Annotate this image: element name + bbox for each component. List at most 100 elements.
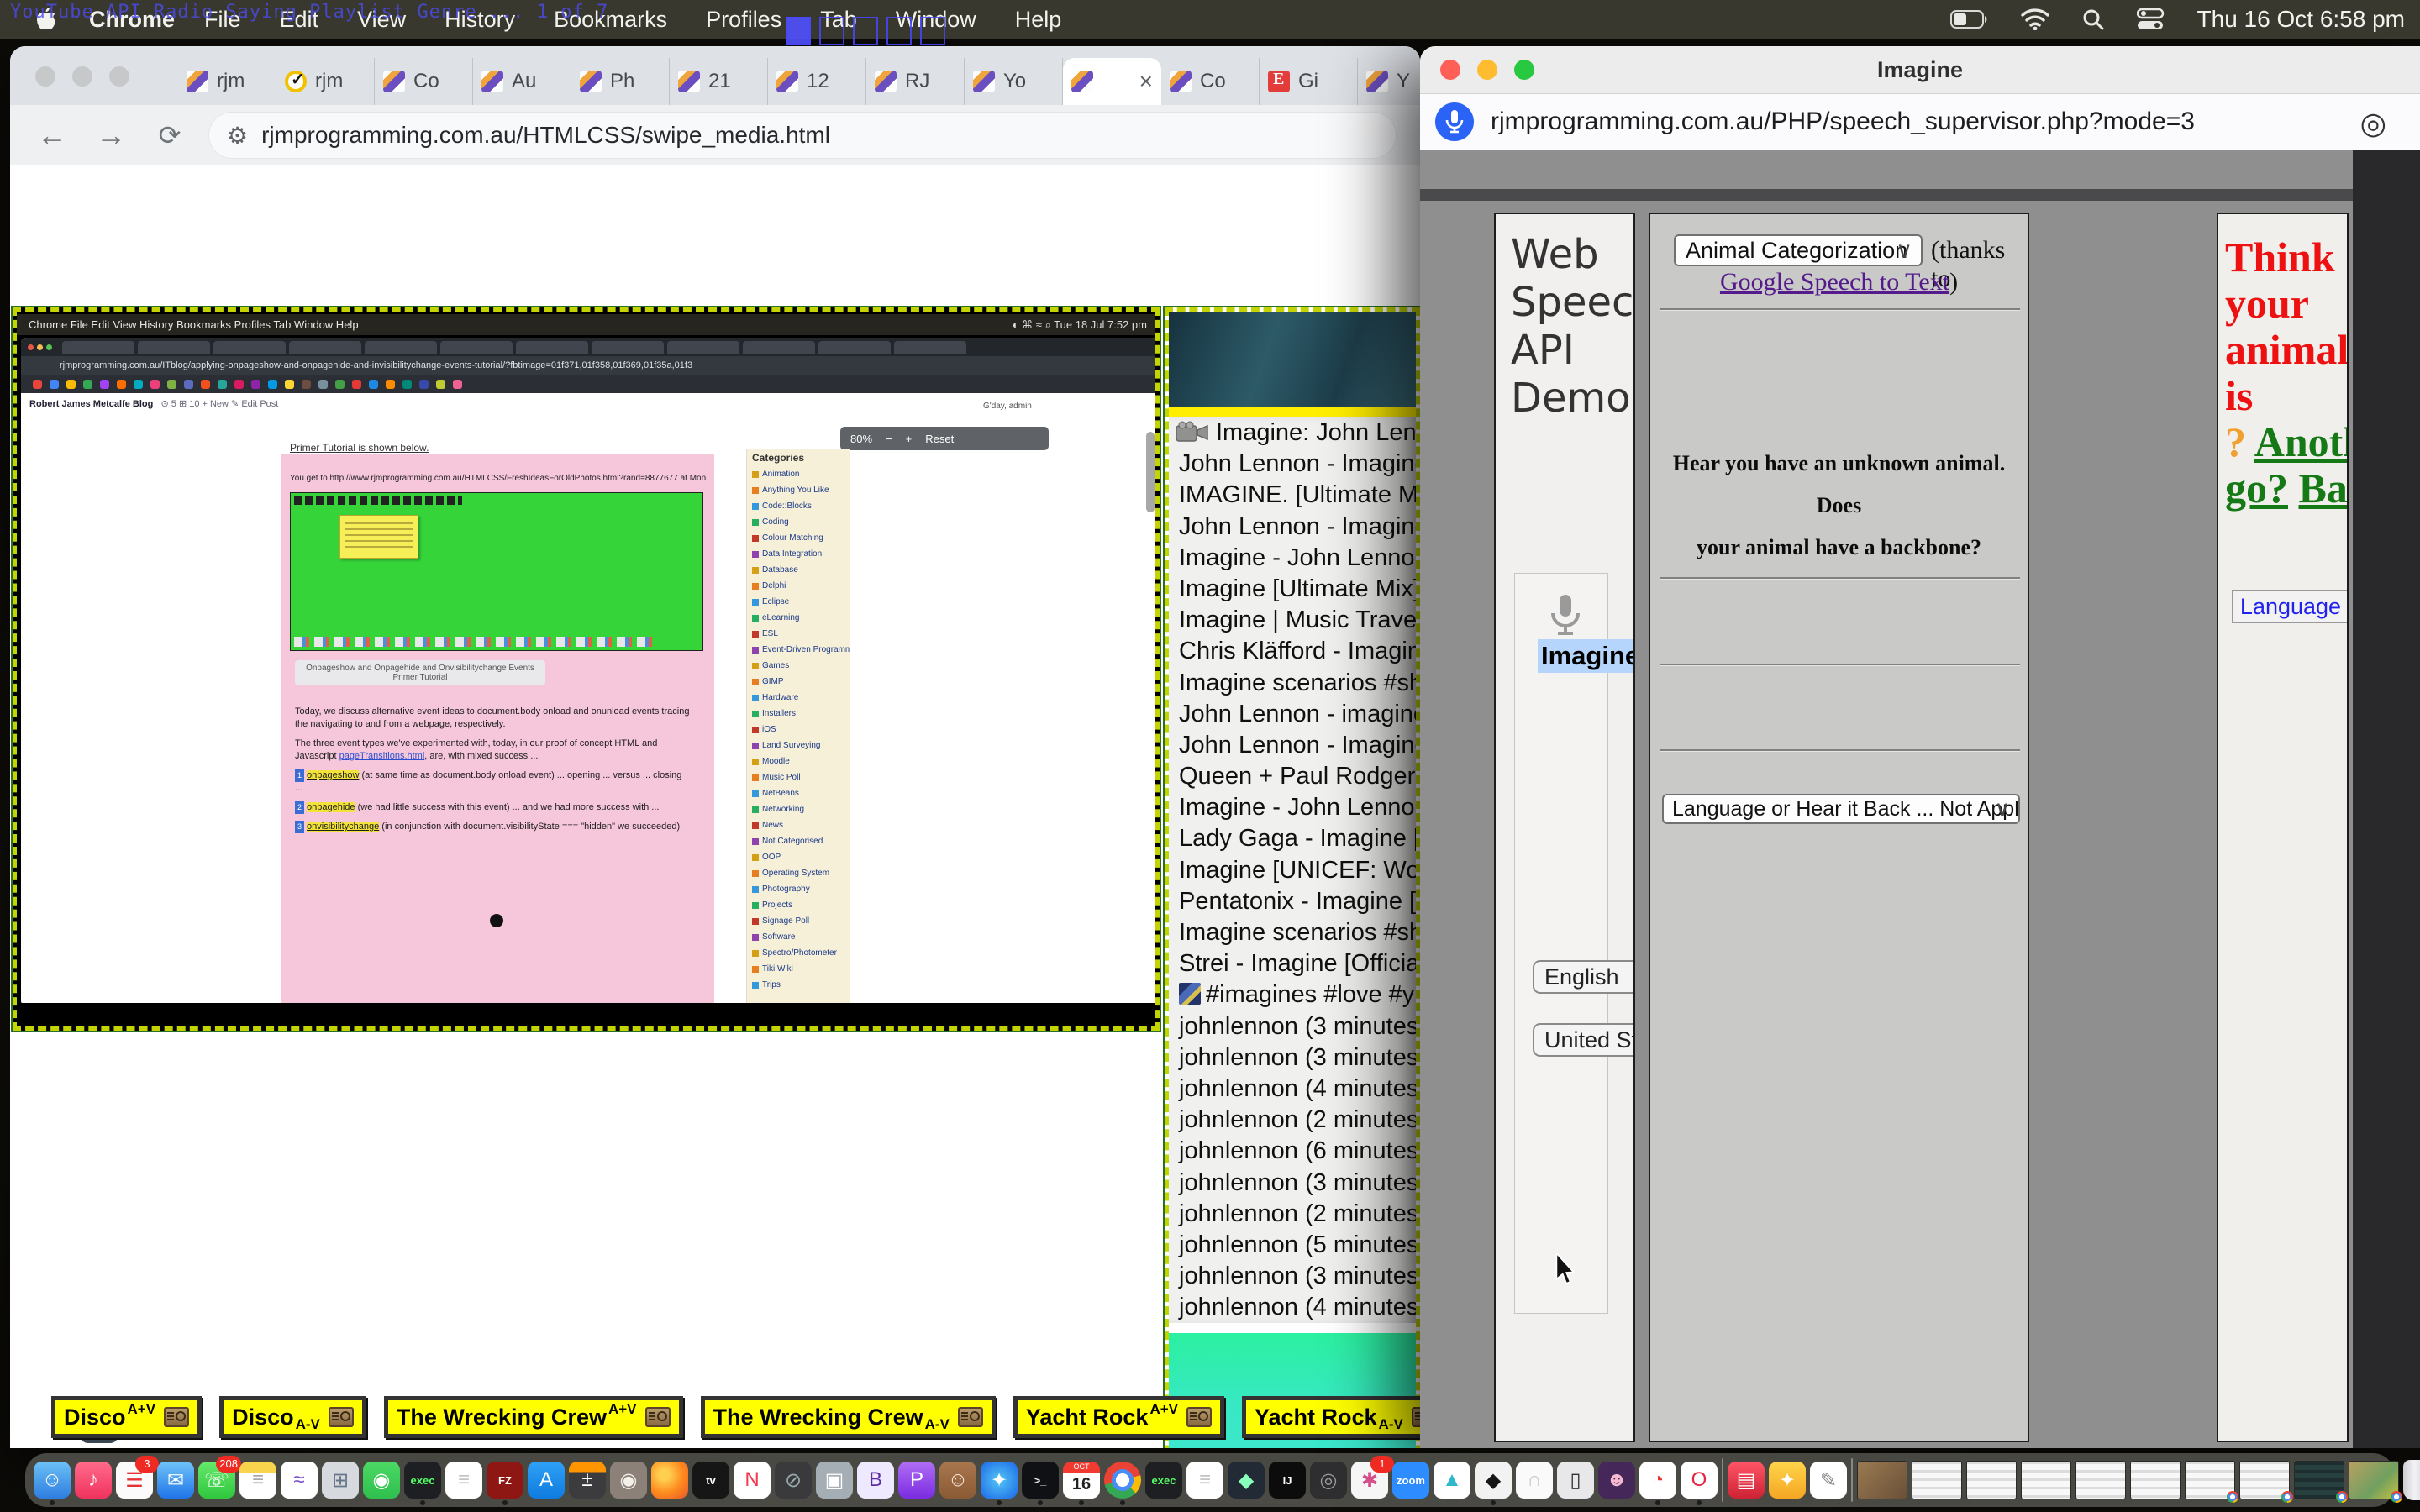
video-title-row[interactable]: John Lennon - Imagine (1169, 730, 1416, 761)
video-title-row[interactable]: johnlennon (4 minutes, (1169, 1074, 1416, 1105)
spotlight-search-icon[interactable] (2081, 8, 2105, 31)
dock-icon[interactable]: ☻ (1598, 1462, 1635, 1499)
video-title-row[interactable]: johnlennon (5 minutes, 4 (1169, 1230, 1416, 1261)
microphone-icon[interactable] (1539, 590, 1590, 643)
dock-icon[interactable]: ☰ 3 (116, 1462, 153, 1499)
video-title-row[interactable]: Imagine - John Lennon (1169, 792, 1416, 823)
dock-icon[interactable]: ≡ (1186, 1462, 1223, 1499)
back-icon[interactable]: ← (34, 117, 71, 154)
dock-icon[interactable]: >_ (1022, 1462, 1059, 1499)
dock-icon[interactable]: ▲ (1434, 1462, 1470, 1499)
dock-icon[interactable]: tv (692, 1462, 729, 1499)
dock-icon[interactable]: ♪ (75, 1462, 112, 1499)
browser-tab[interactable]: Au (473, 58, 571, 105)
video-title-row[interactable]: Imagine [UNICEF: Worl (1169, 855, 1416, 886)
video-title-row[interactable]: Imagine scenarios #sho (1169, 917, 1416, 948)
recognized-word[interactable]: Imagine (1538, 639, 1635, 673)
dock-icon[interactable] (2021, 1461, 2071, 1499)
mic-permission-icon[interactable] (1435, 102, 1474, 141)
tune-icon[interactable]: ⚙ (227, 122, 246, 150)
dock-icon[interactable]: ⊞ (322, 1462, 359, 1499)
minimize-button[interactable] (1477, 60, 1497, 80)
wifi-icon[interactable] (2021, 8, 2049, 30)
page-scrollbar-thumb[interactable] (1146, 432, 1155, 512)
dock-icon[interactable] (2075, 1461, 2126, 1499)
genre-playlist-button[interactable]: Yacht RockA+V (1013, 1396, 1224, 1438)
dock-icon[interactable]: ✦ (1769, 1462, 1806, 1499)
dock-icon[interactable]: ✦ (981, 1462, 1018, 1499)
browser-tab[interactable]: Gi (1260, 58, 1358, 105)
imagine-url-bar[interactable]: rjmprogramming.com.au/PHP/speech_supervi… (1420, 94, 2420, 150)
video-title-row[interactable]: johnlennon (3 minutes, 5 (1169, 1042, 1416, 1074)
dock-icon[interactable]: ◆ (1228, 1462, 1265, 1499)
video-title-row[interactable]: John Lennon - Imagine (1169, 512, 1416, 543)
dock-icon[interactable]: A (528, 1462, 565, 1499)
dock-icon[interactable] (1104, 1462, 1141, 1499)
genre-playlist-button[interactable]: Yacht RockA-V (1242, 1396, 1420, 1438)
video-title-row[interactable]: Imagine | Music Travel L (1169, 605, 1416, 636)
category-select[interactable]: Animal Categorization ∨ (1674, 234, 1923, 266)
dock-icon[interactable]: ◉ (363, 1462, 400, 1499)
video-title-row[interactable]: John Lennon - Imagine (1169, 449, 1416, 480)
language-button-english[interactable]: English (1533, 960, 1635, 994)
dock-icon[interactable]: ∩ (1516, 1462, 1553, 1499)
dock-icon[interactable] (2130, 1461, 2181, 1499)
dock-icon[interactable]: ◉ (610, 1462, 647, 1499)
reload-icon[interactable]: ⟳ (151, 117, 188, 154)
video-title-row[interactable]: #imagines #love #yn (1169, 979, 1416, 1011)
browser-tab[interactable]: rjm (276, 58, 375, 105)
tab-close-icon[interactable]: × (1139, 68, 1153, 95)
dialect-button-us[interactable]: United States (1533, 1023, 1635, 1057)
menu-item[interactable]: Profiles (687, 7, 801, 32)
video-title-row[interactable]: Strei - Imagine [Official (1169, 948, 1416, 979)
video-title-row[interactable]: johnlennon (2 minutes, 4 (1169, 1199, 1416, 1230)
language-button[interactable]: Language (2232, 590, 2349, 623)
forward-icon[interactable]: → (92, 117, 129, 154)
dock-icon[interactable] (2185, 1461, 2235, 1499)
dock-icon[interactable] (2239, 1461, 2290, 1499)
video-title-row[interactable]: Imagine: John Lennon ( (1169, 417, 1416, 449)
browser-tab[interactable]: Yo (965, 58, 1063, 105)
video-title-row[interactable]: Imagine scenarios #sho (1169, 668, 1416, 699)
dock-icon[interactable]: zoom (1392, 1462, 1429, 1499)
dock-icon[interactable] (2349, 1461, 2399, 1499)
video-title-row[interactable]: johnlennon (3 minutes, (1169, 1168, 1416, 1199)
dock-icon[interactable]: ◆ (1475, 1462, 1512, 1499)
dock-icon[interactable]: ≈ (281, 1462, 318, 1499)
another-go-link[interactable]: Another (2254, 418, 2349, 465)
genre-playlist-button[interactable]: DiscoA+V (51, 1396, 202, 1438)
dock-icon[interactable]: P (898, 1462, 935, 1499)
dock-icon[interactable] (651, 1462, 688, 1499)
browser-tab[interactable]: Co (375, 58, 473, 105)
dock-icon[interactable]: ✉ (157, 1462, 194, 1499)
browser-tab[interactable]: 12 (768, 58, 866, 105)
swipe-media-video[interactable]: Chrome File Edit View History Bookmarks … (13, 307, 1160, 1031)
address-bar[interactable]: ⚙ rjmprogramming.com.au/HTMLCSS/swipe_me… (208, 112, 1397, 159)
browser-tab[interactable]: Y (1358, 58, 1420, 105)
back-link[interactable]: Back (2299, 465, 2349, 512)
dock-icon[interactable]: FZ (487, 1462, 523, 1499)
browser-tab[interactable]: Ph (571, 58, 670, 105)
dock-icon[interactable] (2403, 1460, 2420, 1500)
browser-tab[interactable]: RJ (866, 58, 965, 105)
window-controls-inactive[interactable] (35, 66, 129, 87)
dock-icon[interactable]: ☏ 208 (198, 1462, 235, 1499)
zoom-button[interactable] (1514, 60, 1534, 80)
browser-tab[interactable]: 21 (670, 58, 768, 105)
dock-icon[interactable]: ◔ (1639, 1462, 1676, 1499)
video-title-row[interactable]: Lady Gaga - Imagine [L (1169, 823, 1416, 854)
browser-tab[interactable]: Co (1161, 58, 1260, 105)
video-title-row[interactable]: Imagine [Ultimate Mix] ( (1169, 574, 1416, 605)
dock-icon[interactable]: ▣ (816, 1462, 853, 1499)
browser-tab[interactable]: rjm (178, 58, 276, 105)
menu-item[interactable]: Help (996, 7, 1081, 32)
video-title-row[interactable]: Queen + Paul Rodgers (1169, 761, 1416, 792)
battery-icon[interactable] (1950, 9, 1989, 29)
google-speech-link[interactable]: Google Speech to Text (1720, 268, 1949, 296)
dock-icon[interactable]: ▤ (1728, 1462, 1765, 1499)
video-title-row[interactable]: johnlennon (3 minutes, 8 (1169, 1011, 1416, 1042)
dock-icon[interactable]: ⊘ (775, 1462, 812, 1499)
video-title-row[interactable]: John Lennon - imagine (1169, 699, 1416, 730)
dock-icon[interactable] (1912, 1461, 1962, 1499)
language-hear-select[interactable]: Language or Hear it Back ... Not Applica… (1662, 794, 2020, 824)
